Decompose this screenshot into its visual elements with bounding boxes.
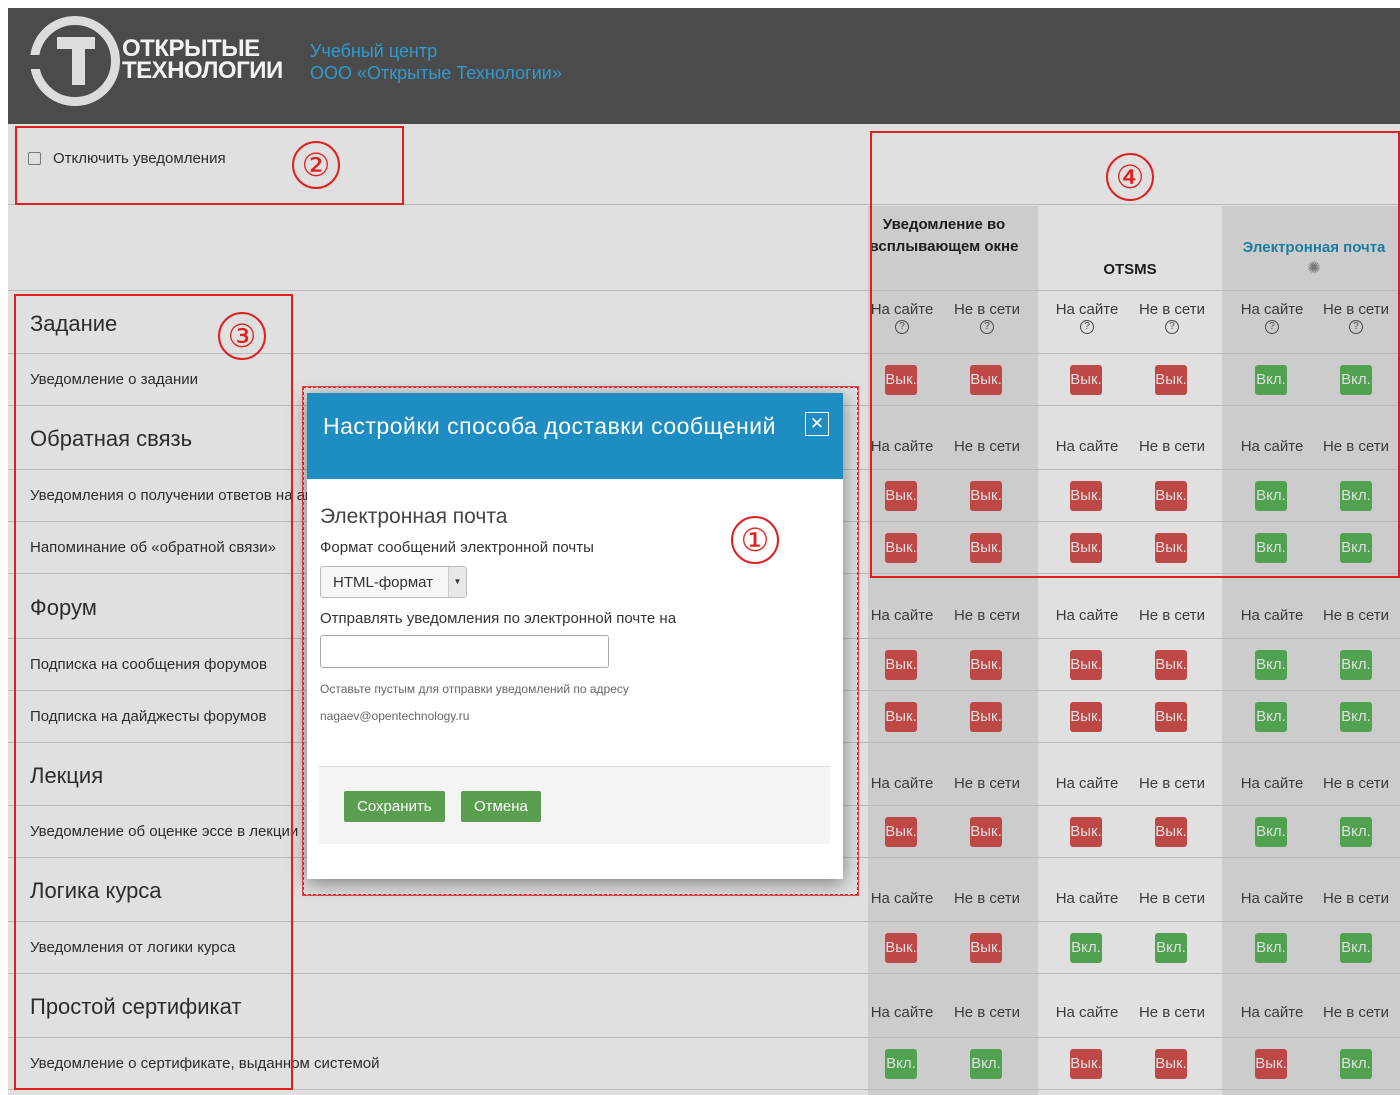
annotation-box-1	[302, 386, 859, 896]
org-name[interactable]: Учебный центр ООО «Открытые Технологии»	[310, 40, 562, 84]
logo-icon[interactable]	[27, 16, 120, 106]
annotation-number-4: ④	[1106, 153, 1154, 201]
annotation-box-3	[14, 294, 293, 1090]
annotation-number-1: ①	[731, 516, 779, 564]
annotation-number-3: ③	[218, 312, 266, 360]
logo-text[interactable]: ОТКРЫТЫЕ ТЕХНОЛОГИИ	[122, 37, 283, 83]
site-header: ОТКРЫТЫЕ ТЕХНОЛОГИИ Учебный центр ООО «О…	[8, 8, 1400, 124]
annotation-number-2: ②	[292, 141, 340, 189]
annotation-box-2	[15, 126, 404, 205]
